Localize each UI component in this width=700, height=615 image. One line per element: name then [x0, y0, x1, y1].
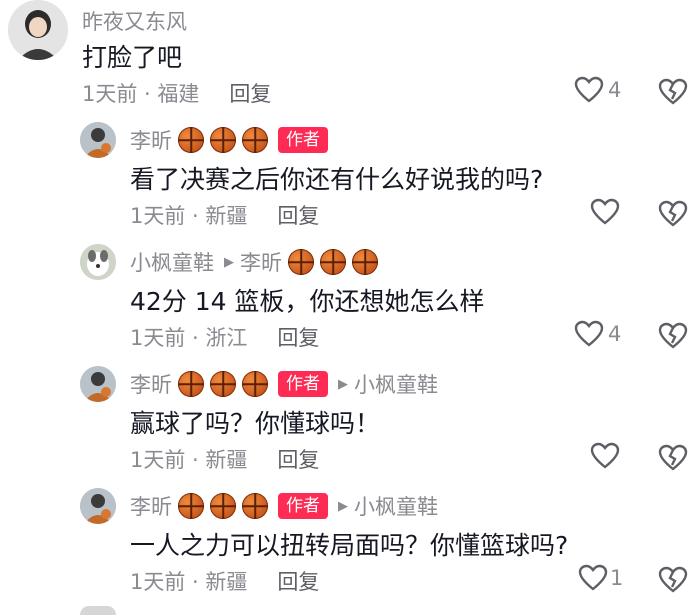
- comment-text: 打脸了吧: [82, 43, 183, 72]
- timestamp-location: 1天前 · 福建: [82, 82, 200, 106]
- broken-heart-outline-icon: [658, 200, 688, 227]
- like-button[interactable]: [590, 442, 620, 470]
- comment-text: 看了决赛之后你还有什么好说我的吗?: [130, 165, 544, 194]
- basketball-icon: [242, 127, 268, 153]
- like-count: 4: [608, 322, 622, 346]
- comment-text: 一人之力可以扭转局面吗？你懂篮球吗?: [130, 531, 569, 560]
- triangle-right-icon: ▶: [338, 376, 348, 392]
- dislike-button[interactable]: [658, 443, 688, 477]
- basketball-icon: [210, 493, 236, 519]
- author-badge: 作者: [278, 493, 328, 519]
- comment-meta: 1天前 · 福建 回复: [82, 78, 271, 108]
- heart-outline-icon: [578, 564, 608, 591]
- triangle-right-icon: ▶: [224, 254, 234, 270]
- heart-outline-icon: [574, 76, 604, 103]
- reply-button[interactable]: 回复: [277, 570, 319, 594]
- comment-text: 赢球了吗？你懂球吗！: [130, 409, 381, 438]
- comment-meta: 1天前 · 新疆 回复: [130, 444, 319, 474]
- timestamp-location: 1天前 · 新疆: [130, 570, 248, 594]
- triangle-right-icon: ▶: [338, 498, 348, 514]
- comment-username[interactable]: 李昕 作者 ▶ 小枫童鞋: [130, 369, 438, 399]
- basketball-icon: [242, 493, 268, 519]
- comment-username[interactable]: 昨夜又东风: [82, 6, 187, 36]
- dislike-button[interactable]: [658, 321, 688, 355]
- comment-text: 42分 14 篮板，你还想她怎么样: [130, 287, 485, 316]
- heart-outline-icon: [590, 198, 620, 225]
- basketball-icon: [210, 127, 236, 153]
- author-badge: 作者: [278, 127, 328, 153]
- reply-to-username[interactable]: 小枫童鞋: [354, 491, 438, 521]
- basketball-icon: [352, 249, 378, 275]
- comment-meta: 1天前 · 新疆 回复: [130, 566, 319, 596]
- dislike-button[interactable]: [658, 199, 688, 233]
- dislike-button[interactable]: [658, 77, 688, 111]
- username-text[interactable]: 小枫童鞋: [130, 247, 214, 277]
- reply-button[interactable]: 回复: [229, 82, 271, 106]
- timestamp-location: 1天前 · 新疆: [130, 204, 248, 228]
- reply-button[interactable]: 回复: [277, 326, 319, 350]
- basketball-icon: [178, 371, 204, 397]
- basketball-icon: [288, 249, 314, 275]
- broken-heart-outline-icon: [658, 444, 688, 471]
- like-count: 4: [608, 78, 622, 102]
- heart-outline-icon: [574, 320, 604, 347]
- comment-meta: 1天前 · 浙江 回复: [130, 322, 319, 352]
- basketball-icon: [178, 493, 204, 519]
- comment-username[interactable]: 李昕 作者 ▶ 小枫童鞋: [130, 491, 438, 521]
- reply-button[interactable]: 回复: [277, 448, 319, 472]
- comment-username[interactable]: 小枫童鞋 ▶ 李昕: [130, 247, 378, 277]
- avatar[interactable]: [80, 244, 116, 280]
- like-button[interactable]: 4: [574, 76, 621, 104]
- avatar[interactable]: [80, 488, 116, 524]
- username-text[interactable]: 李昕: [130, 369, 172, 399]
- username-text[interactable]: 李昕: [130, 491, 172, 521]
- heart-outline-icon: [590, 442, 620, 469]
- reply-to-username[interactable]: 小枫童鞋: [354, 369, 438, 399]
- like-count: 1: [610, 566, 624, 590]
- avatar[interactable]: [80, 366, 116, 402]
- username-text[interactable]: 李昕: [130, 125, 172, 155]
- comment-username[interactable]: 李昕 作者: [130, 125, 328, 155]
- like-button[interactable]: [590, 198, 620, 226]
- reply-button[interactable]: 回复: [277, 204, 319, 228]
- author-badge: 作者: [278, 371, 328, 397]
- timestamp-location: 1天前 · 新疆: [130, 448, 248, 472]
- reply-to-username[interactable]: 李昕: [240, 247, 282, 277]
- avatar[interactable]: [80, 122, 116, 158]
- broken-heart-outline-icon: [658, 322, 688, 349]
- basketball-icon: [178, 127, 204, 153]
- basketball-icon: [320, 249, 346, 275]
- dislike-button[interactable]: [658, 565, 688, 599]
- username-text[interactable]: 昨夜又东风: [82, 6, 187, 36]
- timestamp-location: 1天前 · 浙江: [130, 326, 248, 350]
- avatar[interactable]: [8, 0, 68, 60]
- comment-meta: 1天前 · 新疆 回复: [130, 200, 319, 230]
- like-button[interactable]: 4: [574, 320, 621, 348]
- basketball-icon: [242, 371, 268, 397]
- like-button[interactable]: 1: [578, 564, 623, 592]
- broken-heart-outline-icon: [658, 78, 688, 105]
- basketball-icon: [210, 371, 236, 397]
- next-reply-peek: [80, 606, 116, 615]
- broken-heart-outline-icon: [658, 566, 688, 593]
